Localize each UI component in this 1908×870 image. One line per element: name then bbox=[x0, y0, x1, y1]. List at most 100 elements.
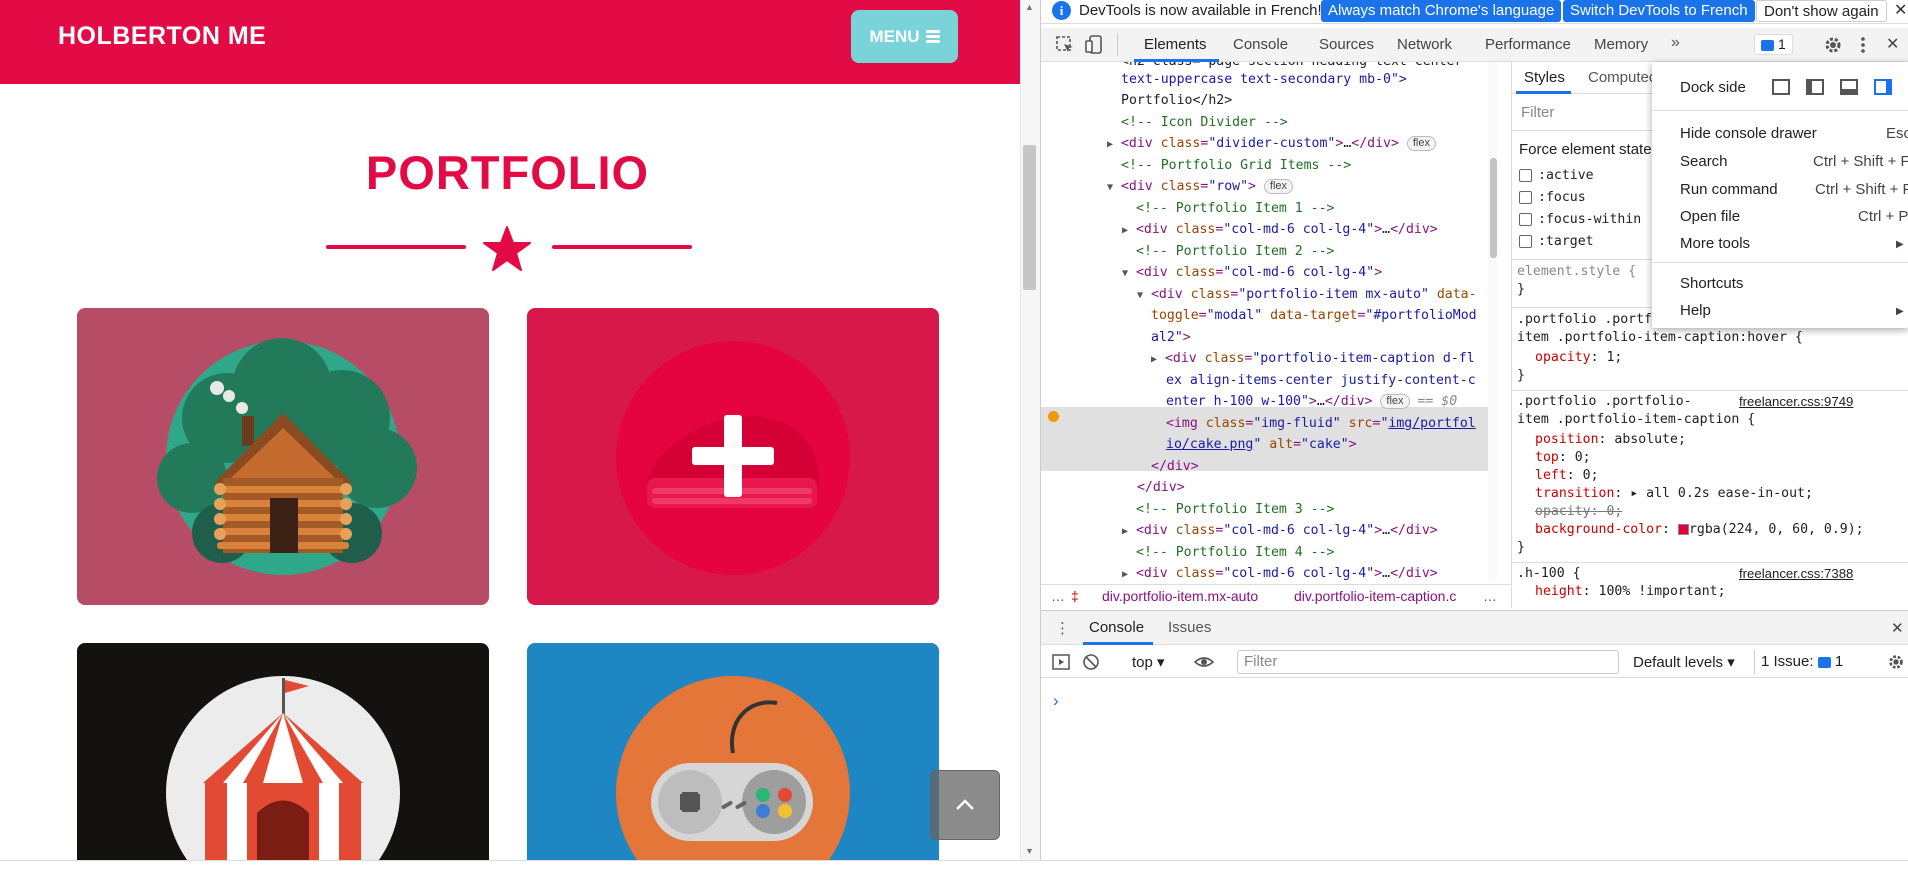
color-swatch[interactable] bbox=[1677, 523, 1689, 535]
pseudo-checkbox-focus-within[interactable]: :focus-within bbox=[1519, 212, 1641, 227]
kebab-menu-icon[interactable] bbox=[1853, 35, 1873, 55]
page-scroll-thumb[interactable] bbox=[1023, 145, 1036, 290]
rule-selector[interactable]: .portfolio .portfo bbox=[1517, 312, 1660, 327]
drawer-tab-issues[interactable]: Issues bbox=[1168, 619, 1211, 636]
css-declaration[interactable]: background-color: rgba(224, 0, 60, 0.9); bbox=[1535, 522, 1864, 537]
css-declaration-overridden[interactable]: opacity: 0; bbox=[1535, 504, 1622, 519]
dom-line[interactable]: ▶ <div class="divider-custom">…</div> fl… bbox=[1107, 133, 1436, 156]
menu-button[interactable]: MENU bbox=[851, 10, 958, 63]
breadcrumb-ellipsis[interactable]: … bbox=[1051, 588, 1065, 604]
dom-line[interactable]: ex align-items-center justify-content-c bbox=[1166, 370, 1476, 392]
clear-console-icon[interactable] bbox=[1082, 653, 1100, 671]
breadcrumb-item[interactable]: div.portfolio-item-caption.c bbox=[1294, 588, 1456, 604]
element-style-rule[interactable]: element.style { bbox=[1517, 264, 1636, 279]
dock-right-icon[interactable] bbox=[1874, 79, 1892, 95]
dom-line[interactable]: <img class="img-fluid" src="img/portfol bbox=[1166, 413, 1476, 435]
menu-item-run-command[interactable]: Run command bbox=[1680, 181, 1778, 198]
dom-line[interactable]: io/cake.png" alt="cake"> bbox=[1166, 434, 1357, 456]
console-filter-input[interactable]: Filter bbox=[1237, 650, 1619, 674]
rule-selector[interactable]: item .portfolio-item-caption:hover { bbox=[1517, 330, 1803, 345]
menu-item-help[interactable]: Help bbox=[1680, 302, 1711, 319]
scroll-down-arrow-icon[interactable]: ▼ bbox=[1025, 846, 1034, 856]
dom-scroll-thumb[interactable] bbox=[1490, 158, 1497, 258]
dom-line[interactable]: Portfolio</h2> bbox=[1121, 90, 1232, 112]
css-declaration[interactable]: top: 0; bbox=[1535, 450, 1591, 465]
console-settings-gear-icon[interactable] bbox=[1887, 653, 1905, 671]
css-declaration[interactable]: opacity: 1; bbox=[1535, 350, 1622, 365]
css-declaration[interactable]: position: absolute; bbox=[1535, 432, 1686, 447]
breadcrumb-item[interactable]: div.portfolio-item.mx-auto bbox=[1102, 588, 1258, 604]
tab-sources[interactable]: Sources bbox=[1319, 36, 1374, 53]
portfolio-item-game[interactable] bbox=[527, 643, 939, 860]
dont-show-again-button[interactable]: Don't show again bbox=[1756, 0, 1887, 22]
device-toolbar-icon[interactable] bbox=[1085, 35, 1105, 55]
dom-line[interactable]: text-uppercase text-secondary mb-0"> bbox=[1121, 69, 1407, 91]
styles-filter-input[interactable]: Filter bbox=[1521, 104, 1554, 121]
dom-comment[interactable]: <!-- Portfolio Item 3 --> bbox=[1136, 499, 1335, 521]
console-prompt-chevron-icon[interactable]: › bbox=[1053, 691, 1059, 711]
log-levels-dropdown[interactable]: Default levels ▾ bbox=[1633, 653, 1735, 671]
dom-line[interactable]: ▼ <div class="col-md-6 col-lg-4"> bbox=[1122, 262, 1382, 285]
rule-selector[interactable]: item .portfolio-item-caption { bbox=[1517, 412, 1755, 427]
dom-scrollbar[interactable] bbox=[1488, 62, 1498, 580]
dom-comment[interactable]: <!-- Portfolio Grid Items --> bbox=[1121, 155, 1351, 177]
close-devtools-icon[interactable]: ✕ bbox=[1886, 34, 1899, 54]
close-icon[interactable]: ✕ bbox=[1894, 0, 1907, 20]
site-brand-link[interactable]: HOLBERTON ME bbox=[58, 22, 266, 51]
dom-comment[interactable]: <!-- Portfolio Item 4 --> bbox=[1136, 542, 1335, 564]
pseudo-checkbox-focus[interactable]: :focus bbox=[1519, 190, 1586, 205]
tab-memory[interactable]: Memory bbox=[1594, 36, 1648, 53]
undock-icon[interactable] bbox=[1772, 79, 1790, 95]
menu-item-shortcuts[interactable]: Shortcuts bbox=[1680, 275, 1743, 292]
breadcrumb-more[interactable]: … bbox=[1483, 588, 1497, 604]
drawer-menu-icon[interactable]: ⋮ bbox=[1055, 619, 1070, 637]
pseudo-checkbox-target[interactable]: :target bbox=[1519, 234, 1594, 249]
console-issues-counter[interactable]: 1 Issue: 1 bbox=[1754, 650, 1849, 674]
dock-left-icon[interactable] bbox=[1806, 79, 1824, 95]
tab-performance[interactable]: Performance bbox=[1485, 36, 1571, 53]
dom-comment[interactable]: <!-- Portfolio Item 2 --> bbox=[1136, 241, 1335, 263]
menu-item-more-tools[interactable]: More tools bbox=[1680, 235, 1750, 252]
dom-line[interactable]: ▼ <div class="portfolio-item mx-auto" da… bbox=[1137, 284, 1477, 307]
source-link[interactable]: freelancer.css:9749 bbox=[1739, 394, 1853, 409]
source-link[interactable]: freelancer.css:7388 bbox=[1739, 566, 1853, 581]
page-scrollbar[interactable] bbox=[1020, 0, 1040, 860]
menu-item-hide-console-drawer[interactable]: Hide console drawer bbox=[1680, 125, 1817, 142]
tab-computed[interactable]: Computed bbox=[1588, 69, 1657, 86]
dom-line[interactable]: ▶ <div class="col-md-6 col-lg-4">…</div> bbox=[1122, 520, 1438, 543]
dom-line[interactable]: al2"> bbox=[1151, 327, 1191, 349]
tab-styles[interactable]: Styles bbox=[1524, 69, 1565, 86]
dom-line[interactable]: ▶ <div class="portfolio-item-caption d-f… bbox=[1151, 348, 1475, 371]
css-declaration[interactable]: left: 0; bbox=[1535, 468, 1599, 483]
eye-icon[interactable] bbox=[1194, 653, 1214, 671]
scroll-up-arrow-icon[interactable]: ▲ bbox=[1025, 2, 1034, 12]
pseudo-checkbox-active[interactable]: :active bbox=[1519, 168, 1594, 183]
dom-line[interactable]: </div> bbox=[1137, 477, 1185, 499]
dom-comment[interactable]: <!-- Icon Divider --> bbox=[1121, 112, 1288, 134]
portfolio-item-cake[interactable] bbox=[527, 308, 939, 605]
always-match-language-button[interactable]: Always match Chrome's language bbox=[1321, 0, 1562, 22]
gear-icon[interactable] bbox=[1823, 35, 1843, 55]
dom-line[interactable]: ▶ <div class="col-md-6 col-lg-4">…</div> bbox=[1122, 219, 1438, 242]
portfolio-item-circus[interactable] bbox=[77, 643, 489, 860]
dom-comment[interactable]: <!-- Portfolio Item 1 --> bbox=[1136, 198, 1335, 220]
switch-to-french-button[interactable]: Switch DevTools to French bbox=[1563, 0, 1755, 22]
drawer-tab-console[interactable]: Console bbox=[1089, 619, 1144, 636]
tab-network[interactable]: Network bbox=[1397, 36, 1452, 53]
sidebar-toggle-icon[interactable] bbox=[1052, 653, 1070, 671]
portfolio-item-cabin[interactable] bbox=[77, 308, 489, 605]
dock-bottom-icon[interactable] bbox=[1840, 79, 1858, 95]
scroll-to-top-button[interactable] bbox=[930, 770, 1000, 840]
menu-item-search[interactable]: Search bbox=[1680, 153, 1728, 170]
css-declaration[interactable]: height: 100% !important; bbox=[1535, 584, 1726, 599]
tab-console[interactable]: Console bbox=[1233, 36, 1288, 53]
dom-line[interactable]: toggle="modal" data-target="#portfolioMo… bbox=[1151, 305, 1477, 327]
dom-line[interactable]: </div> bbox=[1151, 456, 1199, 478]
inspect-element-icon[interactable] bbox=[1055, 35, 1075, 55]
css-declaration[interactable]: transition: ▸ all 0.2s ease-in-out; bbox=[1535, 486, 1813, 501]
rule-selector[interactable]: .h-100 {freelancer.css:7388 bbox=[1517, 566, 1853, 581]
tab-elements[interactable]: Elements bbox=[1144, 36, 1207, 53]
close-drawer-icon[interactable]: ✕ bbox=[1891, 619, 1904, 637]
dom-line[interactable]: ▼ <div class="row"> flex bbox=[1107, 176, 1294, 199]
dom-line[interactable]: enter h-100 w-100">…</div> flex == $0 bbox=[1166, 391, 1457, 413]
